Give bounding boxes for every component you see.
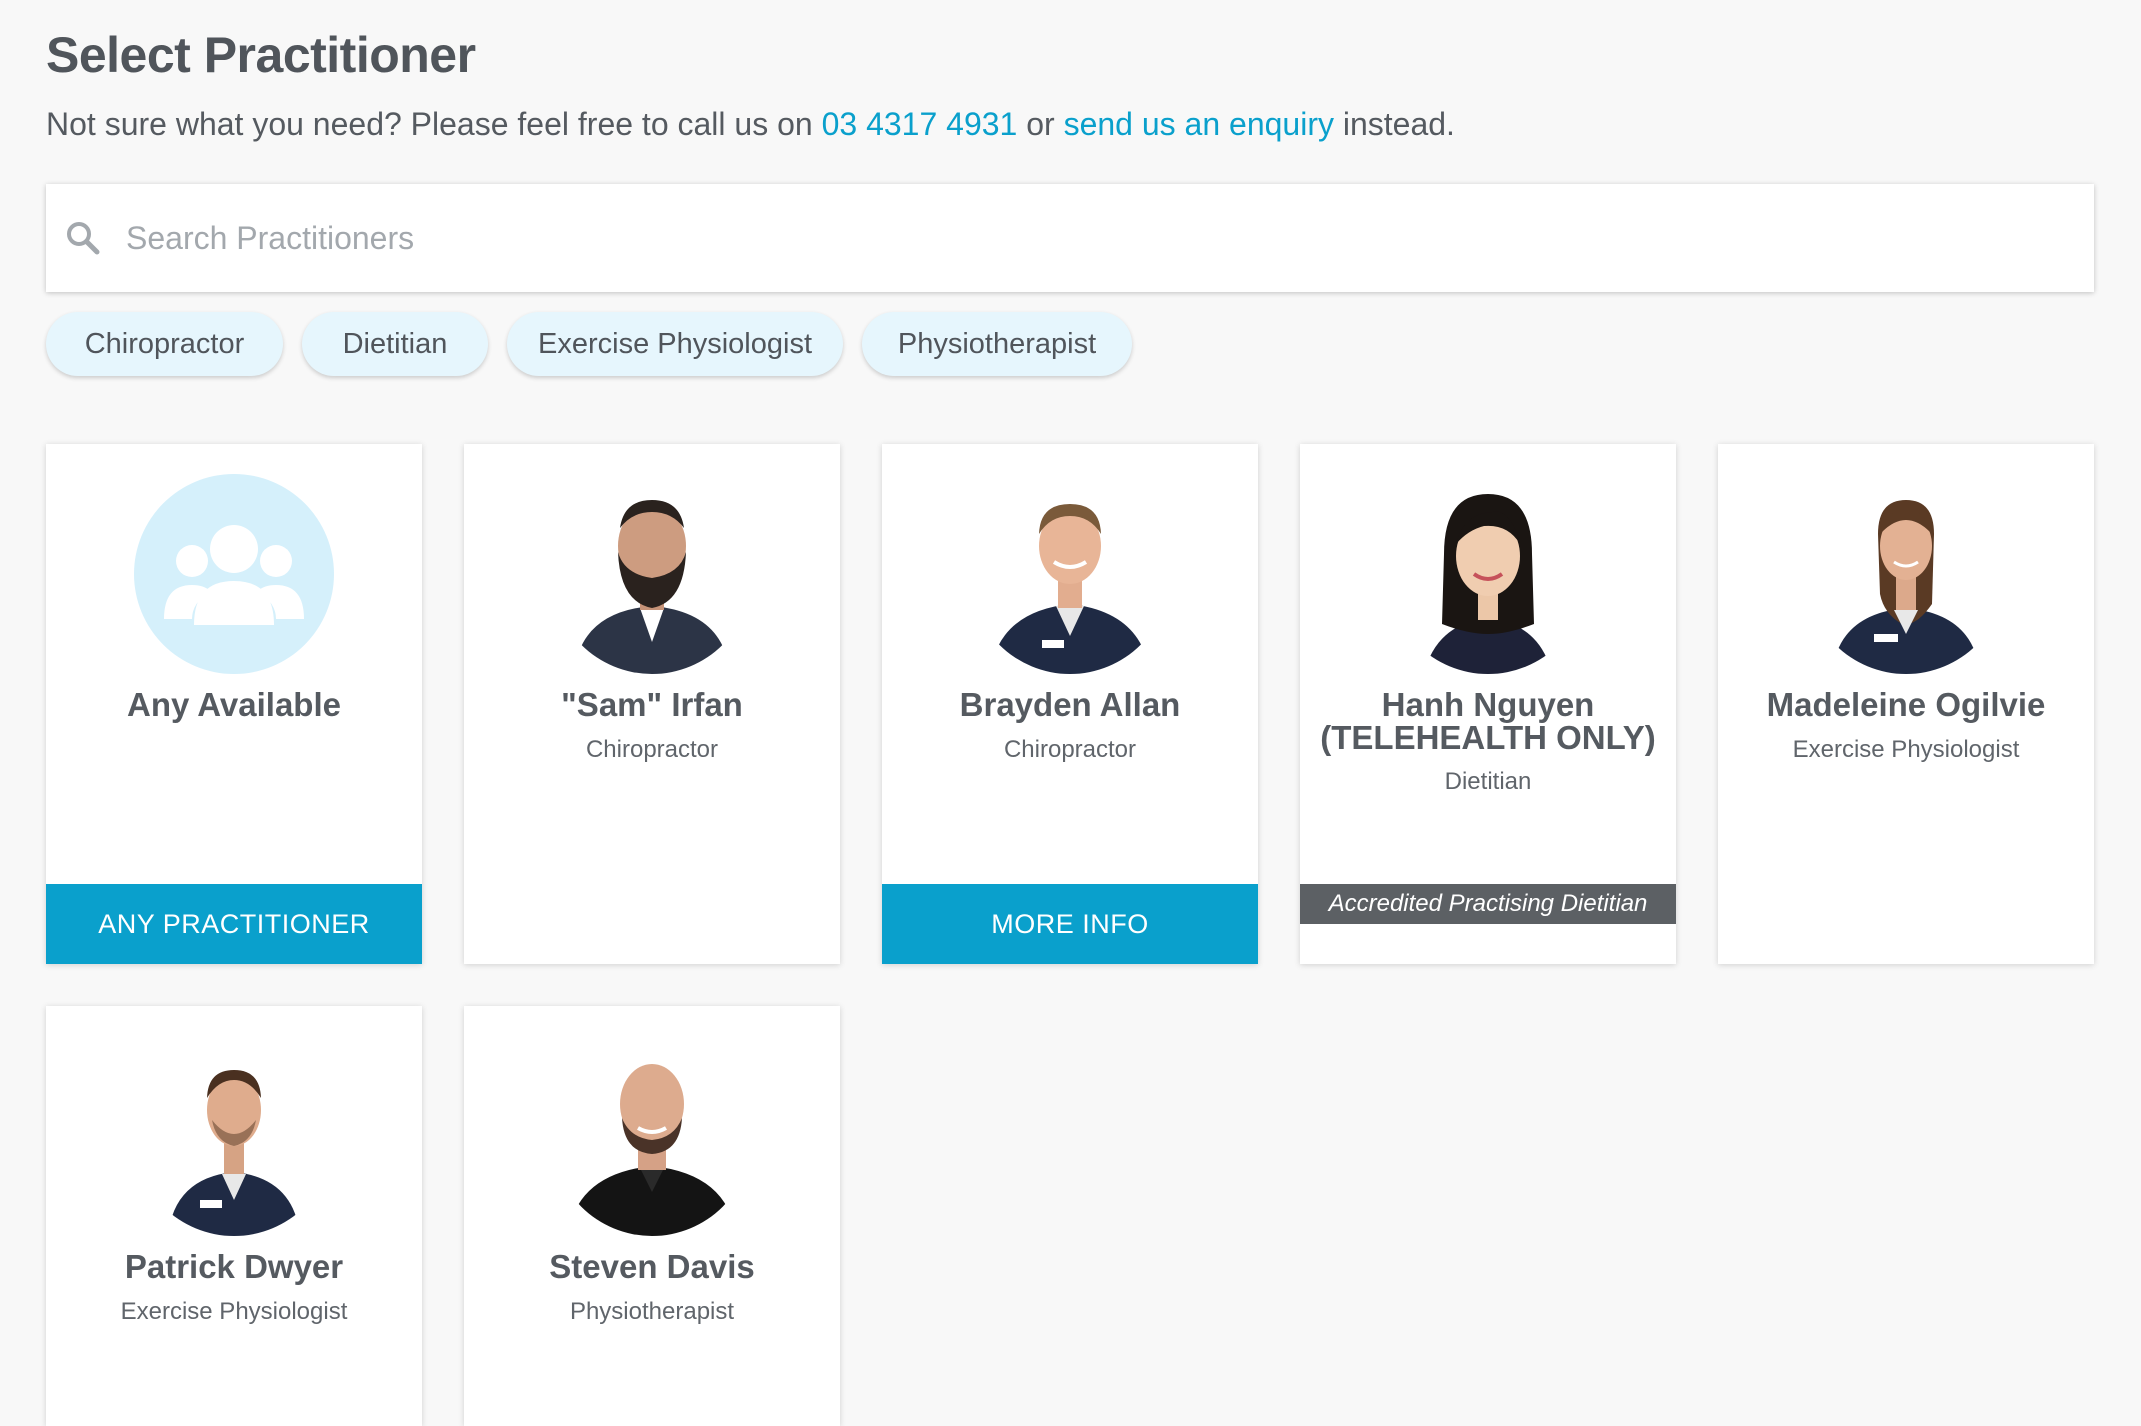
practitioner-name: Hanh Nguyen (TELEHEALTH ONLY) xyxy=(1310,688,1666,754)
practitioner-photo xyxy=(1388,474,1588,674)
search-input[interactable] xyxy=(124,218,2028,258)
practitioner-card-madeleine-ogilvie[interactable]: Madeleine Ogilvie Exercise Physiologist xyxy=(1718,444,2094,964)
practitioner-name-line1: Hanh Nguyen xyxy=(1381,686,1595,723)
practitioner-photo xyxy=(552,474,752,674)
practitioner-role: Chiropractor xyxy=(585,736,719,763)
filter-physiotherapist[interactable]: Physiotherapist xyxy=(862,312,1132,376)
practitioner-card-any[interactable]: Any Available ANY PRACTITIONER xyxy=(46,444,422,964)
practitioner-name: Madeleine Ogilvie xyxy=(1766,686,2046,723)
practitioner-photo xyxy=(134,1036,334,1236)
filter-dietitian[interactable]: Dietitian xyxy=(302,312,488,376)
practitioner-card-steven-davis[interactable]: Steven Davis Physiotherapist xyxy=(464,1006,840,1426)
enquiry-link[interactable]: send us an enquiry xyxy=(1064,106,1334,142)
any-practitioner-button[interactable]: ANY PRACTITIONER xyxy=(46,884,422,964)
specialty-filters: Chiropractor Dietitian Exercise Physiolo… xyxy=(46,312,1132,376)
practitioner-photo xyxy=(1806,474,2006,674)
practitioner-role: Exercise Physiologist xyxy=(120,1298,348,1325)
filter-chiropractor[interactable]: Chiropractor xyxy=(46,312,283,376)
practitioner-name-line2: (TELEHEALTH ONLY) xyxy=(1320,719,1656,756)
practitioner-name: Any Available xyxy=(127,686,341,723)
practitioner-role: Dietitian xyxy=(1444,768,1532,795)
practitioner-name: Patrick Dwyer xyxy=(124,1248,344,1285)
phone-link[interactable]: 03 4317 4931 xyxy=(822,106,1018,142)
page-title: Select Practitioner xyxy=(46,27,476,83)
group-icon xyxy=(134,474,334,674)
practitioner-card-brayden-allan[interactable]: Brayden Allan Chiropractor MORE INFO xyxy=(882,444,1258,964)
intro-before: Not sure what you need? Please feel free… xyxy=(46,106,822,142)
intro-middle: or xyxy=(1017,106,1064,142)
more-info-button[interactable]: MORE INFO xyxy=(882,884,1258,964)
practitioner-card-patrick-dwyer[interactable]: Patrick Dwyer Exercise Physiologist xyxy=(46,1006,422,1426)
intro-after: instead. xyxy=(1333,106,1455,142)
practitioner-photo xyxy=(970,474,1170,674)
practitioner-card-sam-irfan[interactable]: "Sam" Irfan Chiropractor xyxy=(464,444,840,964)
practitioner-photo xyxy=(552,1036,752,1236)
search-bar[interactable] xyxy=(46,184,2094,292)
search-icon xyxy=(66,219,104,257)
practitioner-card-hanh-nguyen[interactable]: Hanh Nguyen (TELEHEALTH ONLY) Dietitian … xyxy=(1300,444,1676,964)
accreditation-badge: Accredited Practising Dietitian xyxy=(1300,884,1676,924)
practitioner-role: Physiotherapist xyxy=(569,1298,735,1325)
practitioner-name: "Sam" Irfan xyxy=(561,686,743,723)
practitioner-name: Brayden Allan xyxy=(959,686,1181,723)
practitioner-role: Chiropractor xyxy=(1003,736,1137,763)
filter-exercise-physiologist[interactable]: Exercise Physiologist xyxy=(507,312,843,376)
practitioner-name: Steven Davis xyxy=(549,1248,755,1285)
practitioner-page: Select Practitioner Not sure what you ne… xyxy=(0,0,2141,1426)
intro-text: Not sure what you need? Please feel free… xyxy=(46,106,1455,143)
practitioner-role: Exercise Physiologist xyxy=(1792,736,2020,763)
